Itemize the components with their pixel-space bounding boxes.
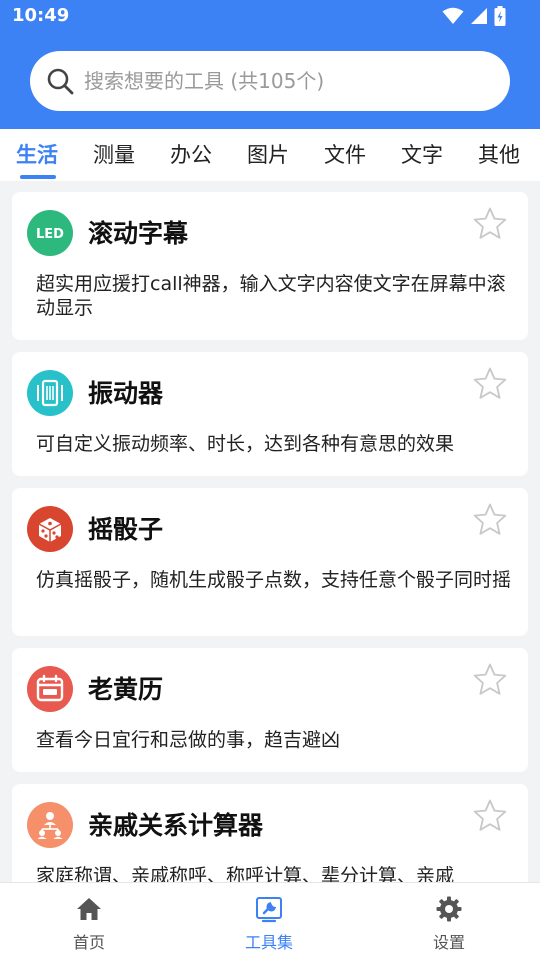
tab-image[interactable]: 图片 [247,139,289,169]
tool-description: 超实用应援打call神器，输入文字内容使文字在屏幕中滚动显示 [36,273,506,319]
tab-measure[interactable]: 测量 [93,139,135,169]
search-input[interactable] [84,59,494,103]
favorite-star-icon[interactable] [472,206,508,242]
favorite-star-icon[interactable] [472,798,508,834]
tool-card-scrolling-text[interactable]: LED 滚动字幕 超实用应援打call神器，输入文字内容使文字在屏幕中滚动显示 [12,192,528,340]
tab-life[interactable]: 生活 [16,139,58,169]
dice-icon [27,506,73,552]
tab-text[interactable]: 文字 [401,139,443,169]
vibration-icon [27,370,73,416]
tool-title: 摇骰子 [88,515,164,544]
tool-card-dice[interactable]: 摇骰子 仿真摇骰子，随机生成骰子点数，支持任意个骰子同时摇 [12,488,528,636]
tab-file[interactable]: 文件 [324,139,366,169]
battery-icon [494,6,506,26]
tool-description: 家庭称谓、亲戚称呼、称呼计算、辈分计算、亲戚 [36,865,455,882]
tool-title: 亲戚关系计算器 [88,811,264,840]
category-tabs: 生活 测量 办公 图片 文件 文字 其他 [0,129,540,181]
calendar-icon [27,666,73,712]
gear-icon [436,896,462,922]
nav-settings[interactable]: 设置 [389,883,509,960]
favorite-star-icon[interactable] [472,502,508,538]
tool-card-relatives-calculator[interactable]: 亲戚关系计算器 家庭称谓、亲戚称呼、称呼计算、辈分计算、亲戚 [12,784,528,882]
home-icon [77,898,101,920]
led-icon: LED [27,210,73,256]
status-time: 10:49 [12,5,70,26]
tab-other[interactable]: 其他 [478,139,520,169]
tool-title: 滚动字幕 [88,219,189,248]
bottom-navigation: 首页 工具集 设置 [0,882,540,960]
tool-card-almanac[interactable]: 老黄历 查看今日宜行和忌做的事，趋吉避凶 [12,648,528,772]
search-box[interactable] [30,51,510,111]
wifi-icon [442,7,464,24]
nav-home[interactable]: 首页 [29,883,149,960]
tool-description: 仿真摇骰子，随机生成骰子点数，支持任意个骰子同时摇 [36,569,512,591]
search-icon [47,68,74,95]
tab-office[interactable]: 办公 [170,139,212,169]
active-tab-indicator [20,175,56,179]
tool-title: 老黄历 [88,675,164,704]
favorite-star-icon[interactable] [472,366,508,402]
tool-description: 查看今日宜行和忌做的事，趋吉避凶 [36,729,341,751]
tool-list[interactable]: LED 滚动字幕 超实用应援打call神器，输入文字内容使文字在屏幕中滚动显示 … [0,181,540,882]
nav-label: 首页 [72,933,105,952]
status-icons [442,6,506,26]
svg-text:LED: LED [36,227,64,242]
favorite-star-icon[interactable] [472,662,508,698]
family-tree-icon [27,802,73,848]
nav-toolbox[interactable]: 工具集 [209,883,329,960]
nav-label: 工具集 [244,933,293,952]
nav-label: 设置 [432,933,465,952]
toolbox-icon [256,897,282,923]
tool-card-vibrator[interactable]: 振动器 可自定义振动频率、时长，达到各种有意思的效果 [12,352,528,476]
status-bar: 10:49 [0,0,540,34]
app-header: 10:49 [0,0,540,129]
tool-title: 振动器 [88,379,164,408]
signal-icon [471,8,487,24]
tool-description: 可自定义振动频率、时长，达到各种有意思的效果 [36,433,455,455]
